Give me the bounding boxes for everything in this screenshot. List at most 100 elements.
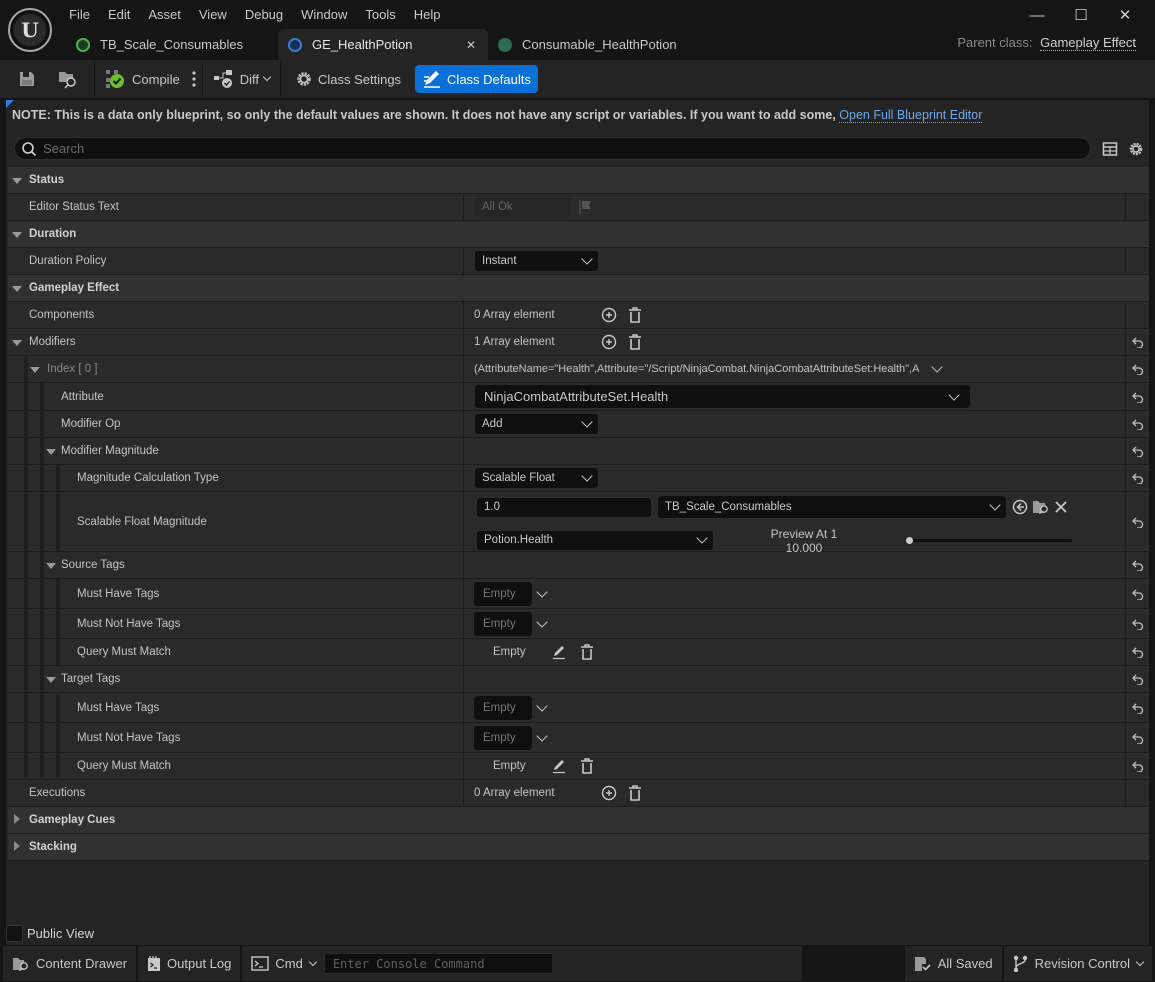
chevron-down-icon[interactable] xyxy=(536,585,548,598)
expand-arrow-icon[interactable] xyxy=(46,672,56,686)
public-view-toggle[interactable]: Public View xyxy=(6,925,94,942)
chevron-down-icon[interactable] xyxy=(931,361,944,373)
search-input[interactable] xyxy=(43,141,1043,156)
view-options-button[interactable] xyxy=(1127,140,1145,158)
all-saved-button[interactable]: All Saved xyxy=(904,946,1002,981)
menu-asset[interactable]: Asset xyxy=(139,4,190,25)
chevron-down-icon[interactable] xyxy=(536,729,548,742)
close-tab-icon[interactable]: ✕ xyxy=(466,38,476,52)
reset-to-default-button[interactable] xyxy=(1125,723,1149,752)
clear-elements-button[interactable] xyxy=(626,333,644,351)
class-defaults-button[interactable]: Class Defaults xyxy=(415,65,538,93)
curve-table-dropdown[interactable]: TB_Scale_Consumables xyxy=(657,495,1007,519)
expand-arrow-icon[interactable] xyxy=(12,335,22,349)
clear-asset-button[interactable] xyxy=(1052,498,1070,516)
tag-container-field[interactable]: Empty xyxy=(474,695,532,720)
edit-query-button[interactable] xyxy=(550,757,568,775)
save-button[interactable] xyxy=(10,65,49,93)
reset-to-default-button[interactable] xyxy=(1125,383,1149,410)
output-log-button[interactable]: Output Log xyxy=(138,946,241,981)
reset-to-default-button[interactable] xyxy=(1125,666,1149,692)
menu-help[interactable]: Help xyxy=(405,4,450,25)
indent-guide xyxy=(40,609,44,638)
slider-handle[interactable] xyxy=(906,536,913,544)
minimize-button[interactable]: — xyxy=(1015,2,1059,28)
reset-to-default-button[interactable] xyxy=(1125,356,1149,382)
menu-debug[interactable]: Debug xyxy=(236,4,292,25)
open-full-blueprint-editor-link[interactable]: Open Full Blueprint Editor xyxy=(839,108,983,123)
preview-level-slider[interactable] xyxy=(906,536,1072,544)
modifier-op-dropdown[interactable]: Add xyxy=(474,413,599,435)
row-name-dropdown[interactable]: Potion.Health xyxy=(476,529,714,551)
tab-ge-healthpotion[interactable]: GE_HealthPotion ✕ xyxy=(278,29,488,60)
expand-arrow-icon[interactable] xyxy=(46,558,56,572)
expand-arrow-icon[interactable] xyxy=(12,281,22,295)
reset-to-default-button[interactable] xyxy=(1125,552,1149,578)
reset-to-default-button[interactable] xyxy=(1125,438,1149,464)
tab-tb-scale-consumables[interactable]: TB_Scale_Consumables xyxy=(66,29,278,60)
content-drawer-button[interactable]: Content Drawer xyxy=(3,946,137,981)
menu-window[interactable]: Window xyxy=(292,4,356,25)
reset-to-default-button[interactable] xyxy=(1125,693,1149,722)
browse-asset-button[interactable] xyxy=(1032,498,1050,516)
category-gameplay-effect[interactable]: Gameplay Effect xyxy=(8,275,1149,302)
cmd-dropdown[interactable]: Cmd xyxy=(251,956,318,971)
indent-guide xyxy=(56,723,60,752)
add-element-button[interactable] xyxy=(600,306,618,324)
reset-to-default-button[interactable] xyxy=(1125,609,1149,638)
close-window-button[interactable]: ✕ xyxy=(1103,2,1147,28)
calc-type-dropdown[interactable]: Scalable Float xyxy=(474,467,599,489)
clear-query-button[interactable] xyxy=(578,757,596,775)
clear-query-button[interactable] xyxy=(578,643,596,661)
reset-to-default-button[interactable] xyxy=(1125,411,1149,437)
chevron-down-icon[interactable] xyxy=(536,699,548,712)
use-selected-asset-button[interactable] xyxy=(1011,498,1029,516)
add-element-button[interactable] xyxy=(600,333,618,351)
scalable-float-value-input[interactable]: 1.0 xyxy=(476,496,652,518)
tab-consumable-healthpotion[interactable]: Consumable_HealthPotion xyxy=(488,29,687,60)
category-duration[interactable]: Duration xyxy=(8,221,1149,248)
compile-options-button[interactable] xyxy=(188,65,200,93)
edit-query-button[interactable] xyxy=(550,643,568,661)
browse-button[interactable] xyxy=(49,65,92,93)
parent-class-link[interactable]: Gameplay Effect xyxy=(1040,35,1136,51)
reset-to-default-button[interactable] xyxy=(1125,579,1149,608)
compile-button[interactable]: Compile xyxy=(97,65,188,93)
attribute-dropdown[interactable]: NinjaCombatAttributeSet.Health xyxy=(474,384,971,409)
tag-container-field[interactable]: Empty xyxy=(474,611,532,636)
add-element-button[interactable] xyxy=(600,784,618,802)
collapse-arrow-icon[interactable] xyxy=(14,840,20,854)
duration-policy-dropdown[interactable]: Instant xyxy=(474,250,599,272)
reset-to-default-button[interactable] xyxy=(1125,639,1149,665)
reset-to-default-button[interactable] xyxy=(1125,329,1149,355)
expand-arrow-icon[interactable] xyxy=(12,227,22,241)
reset-to-default-button[interactable] xyxy=(1125,753,1149,779)
indent-guide xyxy=(40,639,44,665)
category-gameplay-cues[interactable]: Gameplay Cues xyxy=(8,807,1149,834)
public-view-checkbox[interactable] xyxy=(6,925,23,942)
tag-container-field[interactable]: Empty xyxy=(474,725,532,750)
menu-view[interactable]: View xyxy=(190,4,236,25)
expand-arrow-icon[interactable] xyxy=(12,173,22,187)
menu-edit[interactable]: Edit xyxy=(99,4,139,25)
tag-container-field[interactable]: Empty xyxy=(474,581,532,606)
menu-file[interactable]: File xyxy=(60,4,99,25)
expand-arrow-icon[interactable] xyxy=(30,362,40,376)
category-status[interactable]: Status xyxy=(8,167,1149,194)
chevron-down-icon[interactable] xyxy=(536,615,548,628)
dropdown-value: Scalable Float xyxy=(482,472,555,484)
class-settings-button[interactable]: Class Settings xyxy=(287,65,409,93)
collapse-arrow-icon[interactable] xyxy=(14,813,20,827)
category-stacking[interactable]: Stacking xyxy=(8,834,1149,861)
revision-control-button[interactable]: Revision Control xyxy=(1003,946,1152,981)
reset-to-default-button[interactable] xyxy=(1125,492,1149,551)
diff-button[interactable]: Diff xyxy=(205,65,278,93)
menu-tools[interactable]: Tools xyxy=(356,4,404,25)
reset-to-default-button[interactable] xyxy=(1125,465,1149,491)
expand-arrow-icon[interactable] xyxy=(46,444,56,458)
maximize-button[interactable]: ☐ xyxy=(1059,2,1103,28)
property-matrix-button[interactable] xyxy=(1101,140,1119,158)
unreal-engine-logo[interactable]: U xyxy=(8,8,52,52)
clear-elements-button[interactable] xyxy=(626,784,644,802)
clear-elements-button[interactable] xyxy=(626,306,644,324)
